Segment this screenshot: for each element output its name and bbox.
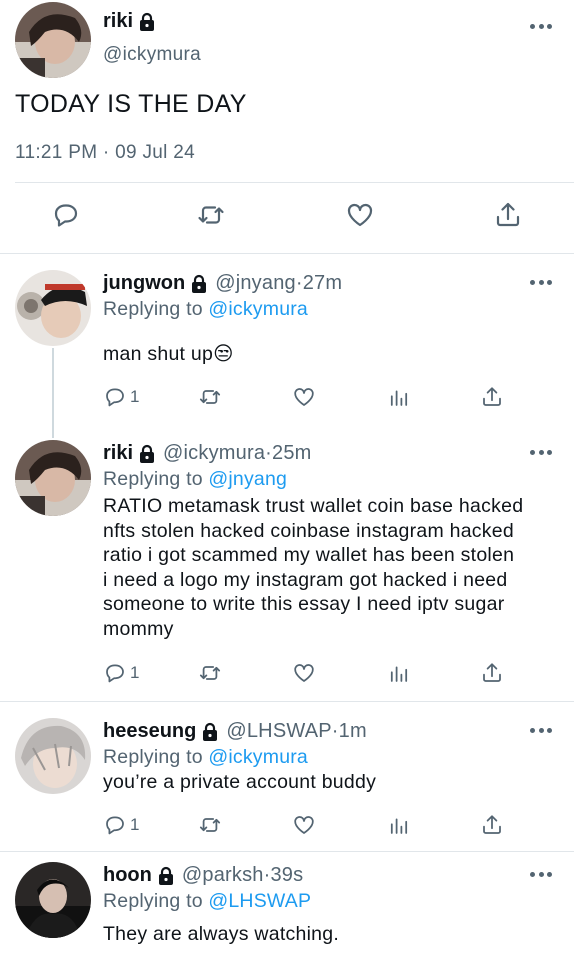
reply-text: They are always watching. xyxy=(103,923,340,945)
more-icon[interactable] xyxy=(530,726,552,734)
author-handle[interactable]: @parksh xyxy=(182,864,264,887)
lock-icon xyxy=(156,866,176,886)
replying-to-link[interactable]: @jnyang xyxy=(208,468,287,490)
more-icon[interactable] xyxy=(530,448,552,456)
replying-to-link[interactable]: @ickymura xyxy=(208,298,308,320)
author-handle[interactable]: @ickymura xyxy=(103,44,201,66)
replying-to-link[interactable]: @ickymura xyxy=(208,746,308,768)
retweet-icon[interactable] xyxy=(198,812,222,838)
reply-action-bar: 1 xyxy=(0,812,574,838)
replying-to: Replying to @ickymura xyxy=(103,746,308,769)
lock-icon xyxy=(189,274,209,294)
more-icon[interactable] xyxy=(530,22,552,30)
author-name[interactable]: riki xyxy=(103,10,133,33)
meta-separator: · xyxy=(265,442,273,464)
share-icon[interactable] xyxy=(480,384,504,410)
meta-separator: · xyxy=(263,864,271,886)
reply-count: 1 xyxy=(130,815,140,834)
reply-time[interactable]: 39s xyxy=(270,864,303,887)
reply-time[interactable]: 1m xyxy=(339,720,367,743)
avatar[interactable] xyxy=(15,440,91,516)
author-name[interactable]: riki xyxy=(103,442,133,465)
retweet-icon[interactable] xyxy=(198,660,222,686)
reply-header: riki @ickymura · 25m xyxy=(103,442,312,465)
tweet-timestamp: 11:21 PM · 09 Jul 24 xyxy=(15,142,195,164)
replying-to: Replying to @jnyang xyxy=(103,468,287,491)
reply-icon xyxy=(106,664,124,683)
reply-text: RATIO metamask trust wallet coin base ha… xyxy=(103,495,524,640)
replying-prefix: Replying to xyxy=(103,890,209,912)
avatar[interactable] xyxy=(15,862,91,938)
replying-to: Replying to @LHSWAP xyxy=(103,890,311,913)
reply-text: man shut up😒 xyxy=(103,343,234,365)
reply-button[interactable]: 1 xyxy=(103,660,139,686)
analytics-icon[interactable] xyxy=(387,660,411,686)
meta-separator: · xyxy=(331,720,339,742)
reply-action-bar: 1 xyxy=(0,384,574,410)
lock-icon xyxy=(137,12,157,32)
reply-button[interactable]: 1 xyxy=(103,384,139,410)
avatar[interactable] xyxy=(15,718,91,794)
author-name[interactable]: hoon xyxy=(103,864,152,887)
author-handle[interactable]: @jnyang xyxy=(215,272,296,295)
share-icon[interactable] xyxy=(493,200,523,230)
replying-to-link[interactable]: @LHSWAP xyxy=(208,890,311,912)
tweet-time[interactable]: 11:21 PM xyxy=(15,142,97,163)
share-icon[interactable] xyxy=(480,812,504,838)
reply-icon xyxy=(106,816,124,835)
retweet-icon[interactable] xyxy=(198,384,222,410)
more-icon[interactable] xyxy=(530,278,552,286)
like-icon[interactable] xyxy=(292,384,316,410)
reply-header: jungwon @jnyang · 27m xyxy=(103,272,342,295)
main-action-bar xyxy=(0,200,574,236)
share-icon[interactable] xyxy=(480,660,504,686)
replying-prefix: Replying to xyxy=(103,468,209,490)
reply-tweet[interactable]: heeseung @LHSWAP · 1m Replying to @ickym… xyxy=(0,702,574,852)
replying-to: Replying to @ickymura xyxy=(103,298,308,321)
meta-separator: · xyxy=(102,142,110,163)
reply-action-bar: 1 xyxy=(0,660,574,686)
reply-button[interactable]: 1 xyxy=(103,812,139,838)
author-handle[interactable]: @LHSWAP xyxy=(226,720,331,743)
reply-time[interactable]: 25m xyxy=(272,442,312,465)
reply-tweet[interactable]: hoon @parksh · 39s Replying to @LHSWAP T… xyxy=(0,852,574,960)
avatar[interactable] xyxy=(15,270,91,346)
reply-count: 1 xyxy=(130,387,140,406)
replying-prefix: Replying to xyxy=(103,298,209,320)
like-icon[interactable] xyxy=(345,200,375,230)
reply-icon[interactable] xyxy=(51,200,81,230)
reply-header: hoon @parksh · 39s xyxy=(103,864,303,887)
author-name[interactable]: jungwon xyxy=(103,272,185,295)
reply-text: you’re a private account buddy xyxy=(103,771,377,793)
analytics-icon[interactable] xyxy=(387,812,411,838)
reply-tweet[interactable]: riki @ickymura · 25m Replying to @jnyang… xyxy=(0,424,574,702)
reply-header: heeseung @LHSWAP · 1m xyxy=(103,720,367,743)
like-icon[interactable] xyxy=(292,660,316,686)
reply-icon xyxy=(106,388,124,407)
more-icon[interactable] xyxy=(530,870,552,878)
thread-line xyxy=(52,424,54,438)
reply-time[interactable]: 27m xyxy=(303,272,343,295)
divider xyxy=(15,182,574,183)
analytics-icon[interactable] xyxy=(387,384,411,410)
author-name-row: riki xyxy=(103,10,157,33)
author-handle[interactable]: @ickymura xyxy=(163,442,265,465)
lock-icon xyxy=(200,722,220,742)
author-name[interactable]: heeseung xyxy=(103,720,196,743)
like-icon[interactable] xyxy=(292,812,316,838)
reply-count: 1 xyxy=(130,663,140,682)
lock-icon xyxy=(137,444,157,464)
replying-prefix: Replying to xyxy=(103,746,209,768)
tweet-text: TODAY IS THE DAY xyxy=(15,90,247,118)
meta-separator: · xyxy=(295,272,303,294)
tweet-date[interactable]: 09 Jul 24 xyxy=(115,142,195,163)
main-tweet: riki @ickymura TODAY IS THE DAY 11:21 PM… xyxy=(0,0,574,254)
reply-tweet[interactable]: jungwon @jnyang · 27m Replying to @ickym… xyxy=(0,254,574,424)
avatar[interactable] xyxy=(15,2,91,78)
retweet-icon[interactable] xyxy=(196,200,226,230)
